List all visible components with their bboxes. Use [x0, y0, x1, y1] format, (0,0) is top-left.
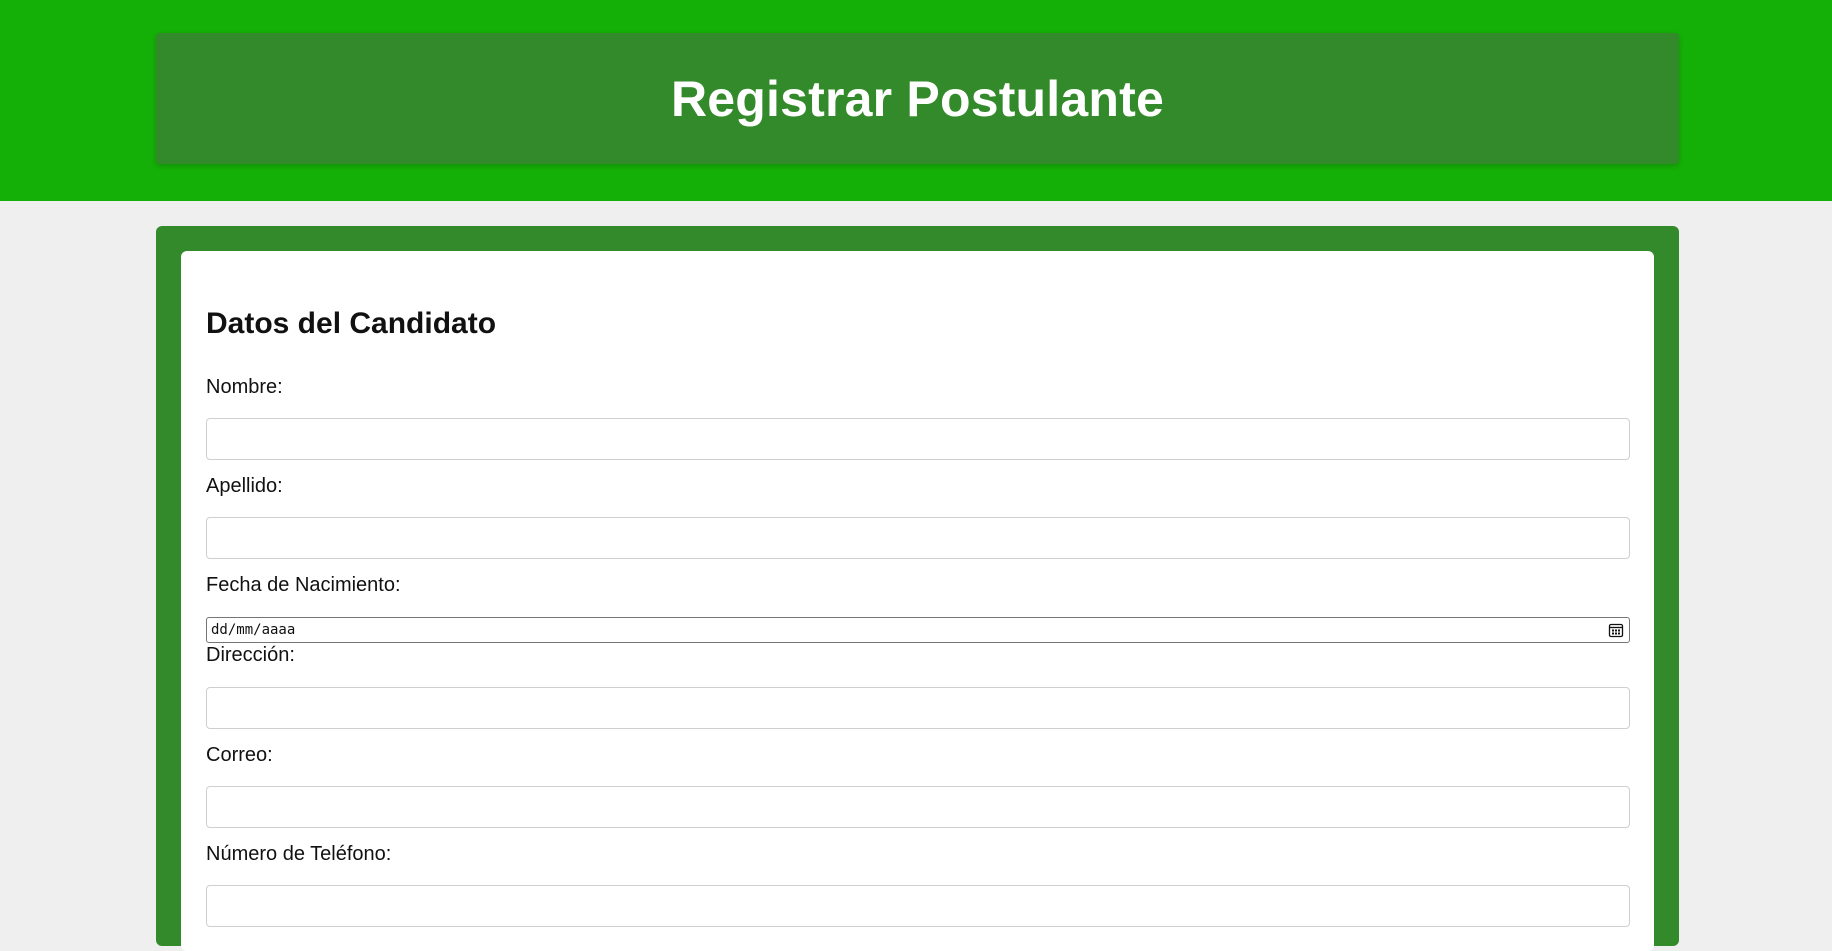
page-header: Registrar Postulante — [156, 33, 1679, 164]
fecha-nacimiento-input[interactable]: dd/mm/aaaa — [206, 617, 1630, 643]
section-title: Datos del Candidato — [206, 307, 497, 340]
calendar-icon[interactable] — [1607, 621, 1625, 639]
correo-label: Correo: — [206, 744, 273, 766]
direccion-label: Dirección: — [206, 644, 295, 666]
direccion-input[interactable] — [206, 687, 1630, 729]
form-frame: Datos del Candidato Nombre: Apellido: Fe… — [156, 226, 1679, 951]
telefono-label: Número de Teléfono: — [206, 843, 392, 865]
page-title: Registrar Postulante — [670, 70, 1164, 127]
correo-input[interactable] — [206, 786, 1630, 828]
telefono-input[interactable] — [206, 885, 1630, 927]
apellido-label: Apellido: — [206, 475, 283, 497]
fecha-nacimiento-label: Fecha de Nacimiento: — [206, 574, 401, 596]
date-placeholder: dd/mm/aaaa — [211, 622, 296, 638]
nombre-label: Nombre: — [206, 376, 283, 398]
candidate-form: Datos del Candidato Nombre: Apellido: Fe… — [181, 251, 1654, 951]
apellido-input[interactable] — [206, 517, 1630, 559]
nombre-input[interactable] — [206, 418, 1630, 460]
